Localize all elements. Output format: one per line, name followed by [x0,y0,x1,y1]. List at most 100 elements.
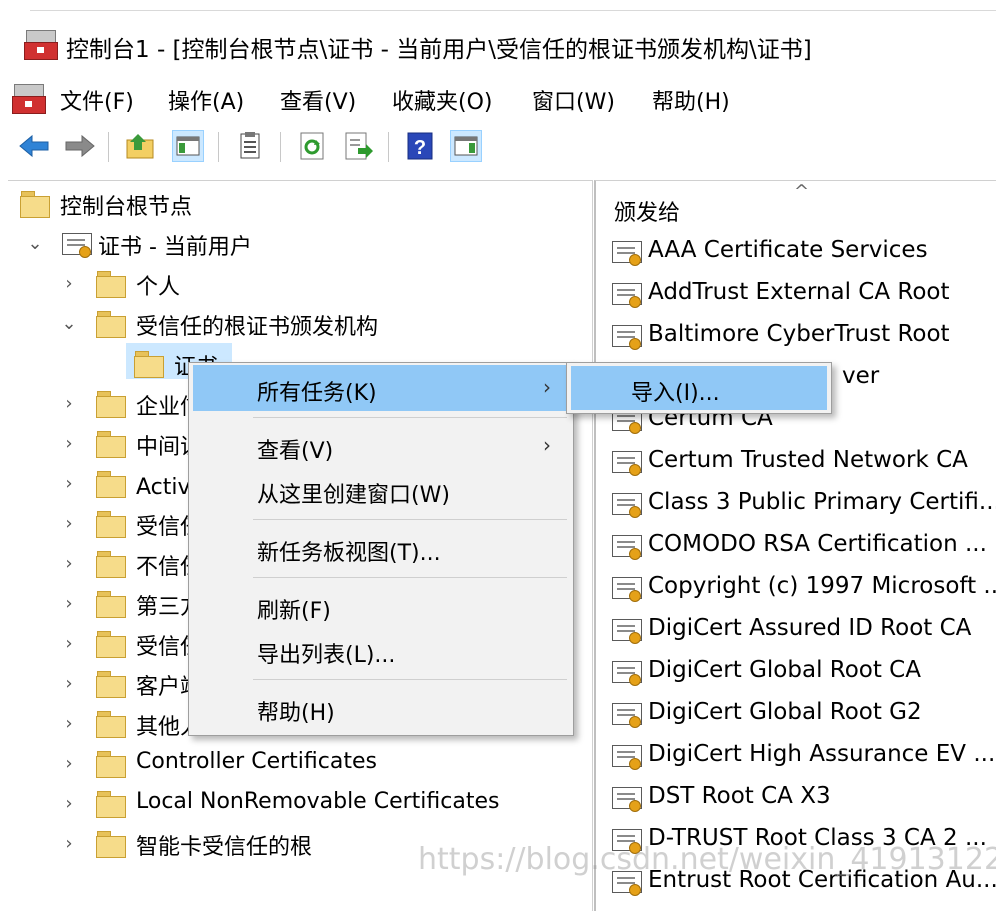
menu-separator [253,577,567,578]
chevron-right-icon[interactable]: › [60,393,78,415]
menu-item-label: 刷新(F) [257,599,331,624]
forward-icon[interactable] [64,130,96,162]
chevron-right-icon[interactable]: › [60,713,78,735]
window-title: 控制台1 - [控制台根节点\证书 - 当前用户\受信任的根证书颁发机构\证书] [66,37,812,63]
svg-text:?: ? [414,137,426,159]
toolbar: ? [0,124,996,170]
tree-item-label: 受信任的根证书颁发机构 [136,315,379,340]
results-list: ^ 颁发给 AAA Certificate Services AddTrust … [594,180,996,911]
toolbar-separator [280,132,281,162]
cert-name: AddTrust External CA Root [648,279,950,305]
chevron-right-icon[interactable]: › [60,433,78,455]
chevron-right-icon[interactable]: › [60,673,78,695]
submenu-arrow-icon: › [543,433,551,457]
menu-item-import[interactable]: 导入(I)... [571,366,827,410]
certificate-icon [612,491,642,519]
cert-name: DigiCert Assured ID Root CA [648,615,972,641]
chevron-down-icon[interactable]: ⌄ [60,313,78,335]
up-folder-icon[interactable] [124,130,156,162]
tree-item[interactable]: › 智能卡受信任的根 [60,827,580,863]
tree-item-personal[interactable]: › 个人 [60,267,580,303]
menu-item-help[interactable]: 帮助(H) [193,685,569,731]
menu-favorites[interactable]: 收藏夹(O) [392,84,492,116]
menu-action[interactable]: 操作(A) [168,84,244,116]
cert-name: D-TRUST Root Class 3 CA 2 ... [648,825,987,851]
folder-icon [96,791,126,818]
certificate-icon [612,533,642,561]
certificate-icon [612,743,642,771]
chevron-down-icon[interactable]: ⌄ [26,233,44,255]
tree-item-label: Local NonRemovable Certificates [136,789,500,814]
cert-name: AAA Certificate Services [648,237,928,263]
menu-separator [253,417,567,418]
system-menu-icon[interactable] [12,84,46,114]
menu-item-export-list[interactable]: 导出列表(L)... [193,627,569,673]
cert-name: DST Root CA X3 [648,783,831,809]
context-menu: 所有任务(K) › 查看(V) › 从这里创建窗口(W) 新任务板视图(T)..… [188,362,574,736]
menu-bar: 文件(F) 操作(A) 查看(V) 收藏夹(O) 窗口(W) 帮助(H) [0,76,996,120]
menu-view[interactable]: 查看(V) [280,84,356,116]
certificate-icon [612,869,642,897]
folder-icon [96,591,126,618]
toolbar-separator [218,132,219,162]
menu-window[interactable]: 窗口(W) [532,84,615,116]
menu-help[interactable]: 帮助(H) [652,84,730,116]
toolbar-separator [108,132,109,162]
top-edge [0,0,996,12]
chevron-right-icon[interactable]: › [60,273,78,295]
folder-icon [96,391,126,418]
chevron-right-icon[interactable]: › [60,553,78,575]
menu-item-label: 新任务板视图(T)... [257,541,441,566]
chevron-right-icon[interactable]: › [60,633,78,655]
menu-item-new-taskpad[interactable]: 新任务板视图(T)... [193,525,569,571]
chevron-right-icon[interactable]: › [60,473,78,495]
menu-item-label: 从这里创建窗口(W) [257,483,450,508]
cert-name-partial: ver [842,363,880,389]
export-list-icon[interactable] [342,130,374,162]
folder-icon [96,671,126,698]
folder-icon [96,271,126,298]
certificate-icon [612,449,642,477]
tree-cert-store[interactable]: ⌄ 证书 - 当前用户 [18,227,578,263]
back-icon[interactable] [18,130,50,162]
menu-file[interactable]: 文件(F) [60,84,134,116]
tree-item-label: Controller Certificates [136,749,377,774]
show-hide-tree-icon[interactable] [172,130,204,162]
properties-icon[interactable] [234,130,266,162]
chevron-right-icon[interactable]: › [60,793,78,815]
chevron-right-icon[interactable]: › [60,753,78,775]
menu-item-new-window[interactable]: 从这里创建窗口(W) [193,467,569,513]
folder-icon [134,351,164,378]
cert-name: Class 3 Public Primary Certifi... [648,489,996,515]
folder-icon [20,191,50,218]
folder-icon [96,311,126,338]
cert-name: Copyright (c) 1997 Microsoft ... [648,573,996,599]
menu-item-view[interactable]: 查看(V) › [193,423,569,469]
folder-icon [96,511,126,538]
menu-item-refresh[interactable]: 刷新(F) [193,583,569,629]
column-header-issued-to[interactable]: 颁发给 [614,195,680,227]
certificate-icon [612,575,642,603]
menu-item-label: 导入(I)... [631,381,720,406]
chevron-right-icon[interactable]: › [60,513,78,535]
mmc-app-icon [24,30,58,60]
tree-item-label: 个人 [136,275,181,300]
certificate-icon [612,785,642,813]
cert-name: Entrust Root Certification Au... [648,867,996,893]
tree-root[interactable]: 控制台根节点 [18,187,578,223]
tree-item[interactable]: › Controller Certificates [60,747,580,783]
certificate-store-icon [62,231,92,259]
title-bar: 控制台1 - [控制台根节点\证书 - 当前用户\受信任的根证书颁发机构\证书] [0,20,996,72]
tree-item-trusted-root[interactable]: ⌄ 受信任的根证书颁发机构 [60,307,580,343]
folder-icon [96,471,126,498]
chevron-right-icon[interactable]: › [60,833,78,855]
chevron-right-icon[interactable]: › [60,593,78,615]
refresh-icon[interactable] [296,130,328,162]
tree-item-label: 智能卡受信任的根 [136,835,313,860]
action-pane-icon[interactable] [450,130,482,162]
help-icon[interactable]: ? [404,130,436,162]
tree-item[interactable]: › Local NonRemovable Certificates [60,787,580,823]
certificate-icon [612,239,642,267]
certificate-icon [612,281,642,309]
menu-item-all-tasks[interactable]: 所有任务(K) › [193,365,569,411]
